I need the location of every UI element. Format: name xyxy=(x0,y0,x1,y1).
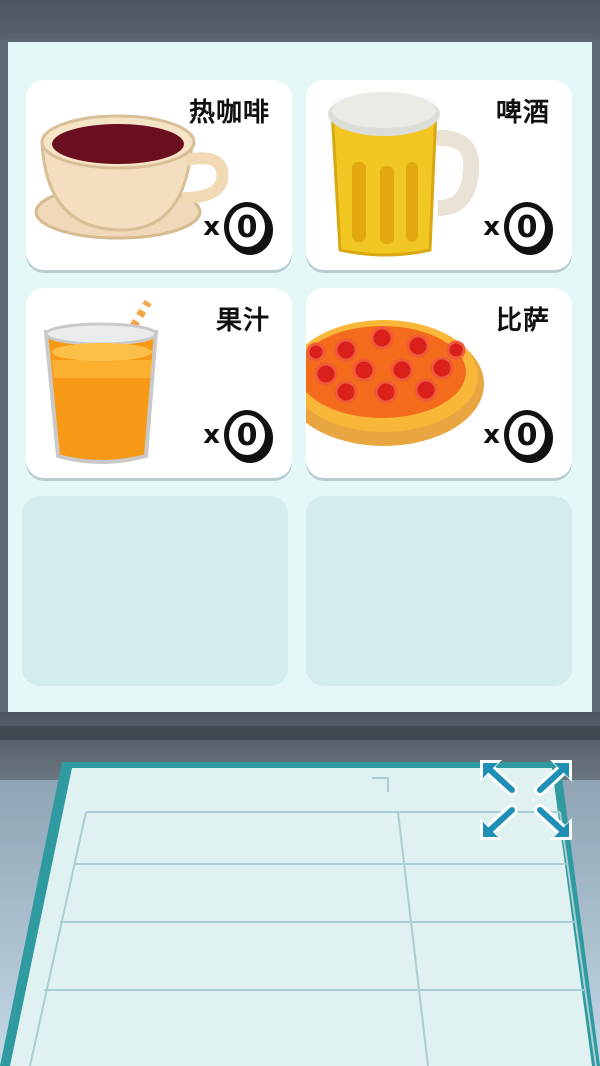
count-prefix: x xyxy=(203,212,220,242)
item-name: 比萨 xyxy=(495,306,550,336)
item-count: x 0 xyxy=(483,410,550,460)
count-value: 0 xyxy=(504,202,550,252)
expand-arrows-icon[interactable] xyxy=(478,760,574,840)
empty-menu-slot xyxy=(306,496,572,686)
empty-menu-slot xyxy=(22,496,288,686)
menu-item-beer[interactable]: 啤酒 x 0 xyxy=(306,80,572,270)
count-value: 0 xyxy=(224,410,270,460)
item-name: 热咖啡 xyxy=(188,98,270,128)
item-name: 果汁 xyxy=(215,306,270,336)
count-prefix: x xyxy=(203,420,220,450)
top-frame xyxy=(0,0,600,40)
counter-edge xyxy=(0,726,600,740)
count-value: 0 xyxy=(224,202,270,252)
item-count: x 0 xyxy=(203,202,270,252)
count-prefix: x xyxy=(483,212,500,242)
count-prefix: x xyxy=(483,420,500,450)
menu-item-hot-coffee[interactable]: 热咖啡 x 0 xyxy=(26,80,292,270)
count-value: 0 xyxy=(504,410,550,460)
menu-item-pizza[interactable]: 比萨 x 0 xyxy=(306,288,572,478)
item-count: x 0 xyxy=(483,202,550,252)
menu-item-juice[interactable]: 果汁 x 0 xyxy=(26,288,292,478)
item-count: x 0 xyxy=(203,410,270,460)
item-name: 啤酒 xyxy=(495,98,550,128)
